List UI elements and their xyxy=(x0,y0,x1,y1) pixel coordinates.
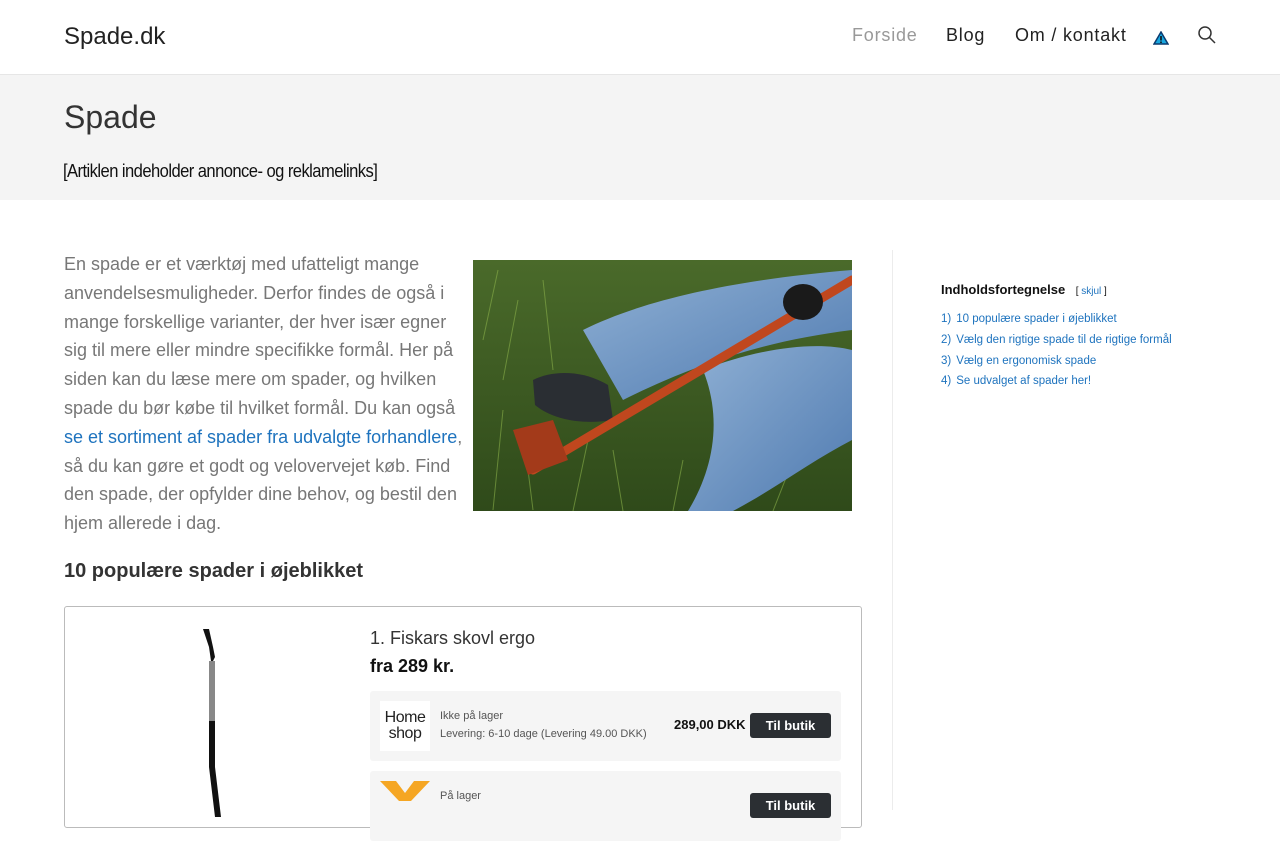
product-image[interactable] xyxy=(195,627,235,817)
stock-status: Ikke på lager xyxy=(440,710,503,722)
product-name[interactable]: 1. Fiskars skovl ergo xyxy=(370,628,535,649)
toc-item-number: 2) xyxy=(941,333,952,346)
page-header: Spade [Artiklen indeholder annonce- og r… xyxy=(0,75,1280,200)
toc-item-number: 3) xyxy=(941,354,952,367)
toc-item: 2) Vælg den rigtige spade til de rigtige … xyxy=(941,330,1241,351)
nav-item-om-kontakt[interactable]: Om / kontakt xyxy=(1015,25,1127,46)
toc-item: 1) 10 populære spader i øjeblikket xyxy=(941,309,1241,330)
warning-triangle-icon[interactable] xyxy=(1153,31,1169,45)
toc-item-link[interactable]: Vælg den rigtige spade til de rigtige fo… xyxy=(956,334,1171,346)
section-heading: 10 populære spader i øjeblikket xyxy=(64,560,363,582)
homeshop-logo[interactable]: Home shop xyxy=(380,701,430,751)
shop-logo-orange[interactable] xyxy=(380,781,430,831)
toc-item-link[interactable]: 10 populære spader i øjeblikket xyxy=(956,313,1116,325)
toc-title: Indholdsfortegnelse xyxy=(941,282,1066,297)
toc-hide-link[interactable]: skjul xyxy=(1081,286,1101,297)
sidebar-divider xyxy=(892,250,893,810)
intro-paragraph: En spade er et værktøj med ufatteligt ma… xyxy=(64,250,464,538)
nav-item-forside[interactable]: Forside xyxy=(852,25,918,46)
shop-logo-line2: shop xyxy=(388,725,422,742)
product-card: 1. Fiskars skovl ergo fra 289 kr. Home s… xyxy=(64,606,862,841)
offer-price: 289,00 DKK xyxy=(674,717,746,732)
toc-bracket: ] xyxy=(1104,286,1107,297)
shop-logo-line1: Home xyxy=(384,709,426,726)
delivery-info: Levering: 6-10 dage (Levering 49.00 DKK) xyxy=(440,728,647,740)
search-icon[interactable] xyxy=(1197,25,1217,45)
product-price: fra 289 kr. xyxy=(370,656,455,676)
ad-disclaimer: [Artiklen indeholder annonce- og reklame… xyxy=(63,161,378,181)
toc-item-link[interactable]: Vælg en ergonomisk spade xyxy=(956,355,1096,367)
toc-bracket: [ xyxy=(1075,286,1079,297)
hero-image xyxy=(473,260,852,511)
site-logo[interactable]: Spade.dk xyxy=(64,23,165,51)
offer-row: På lager Til butik xyxy=(370,771,841,841)
nav-item-blog[interactable]: Blog xyxy=(946,25,985,46)
toc-item-number: 1) xyxy=(941,313,952,325)
intro-text-before: En spade er et værktøj med ufatteligt ma… xyxy=(64,254,456,418)
toc-toggle: [ skjul ] xyxy=(1076,286,1107,297)
page-title: Spade xyxy=(64,99,157,135)
til-butik-button[interactable]: Til butik xyxy=(750,793,831,818)
site-header: Spade.dk Forside Blog Om / kontakt xyxy=(0,0,1280,75)
stock-status: På lager xyxy=(440,790,481,802)
toc-list: 1) 10 populære spader i øjeblikket 2) Vælg… xyxy=(941,309,1241,392)
table-of-contents: Indholdsfortegnelse [ skjul ] 1) 10 popul… xyxy=(941,281,1241,392)
til-butik-button[interactable]: Til butik xyxy=(750,713,831,738)
toc-item-number: 4) xyxy=(941,375,952,388)
chevron-logo-icon xyxy=(380,781,430,801)
offer-row: Home shop Ikke på lager Levering: 6-10 d… xyxy=(370,691,841,761)
toc-item-link[interactable]: Se udvalget af spader her! xyxy=(956,375,1091,387)
toc-item: 3) Vælg en ergonomisk spade xyxy=(941,351,1241,372)
toc-item: 4) Se udvalget af spader her! xyxy=(941,371,1241,392)
intro-link[interactable]: se et sortiment af spader fra udvalgte f… xyxy=(64,427,457,447)
